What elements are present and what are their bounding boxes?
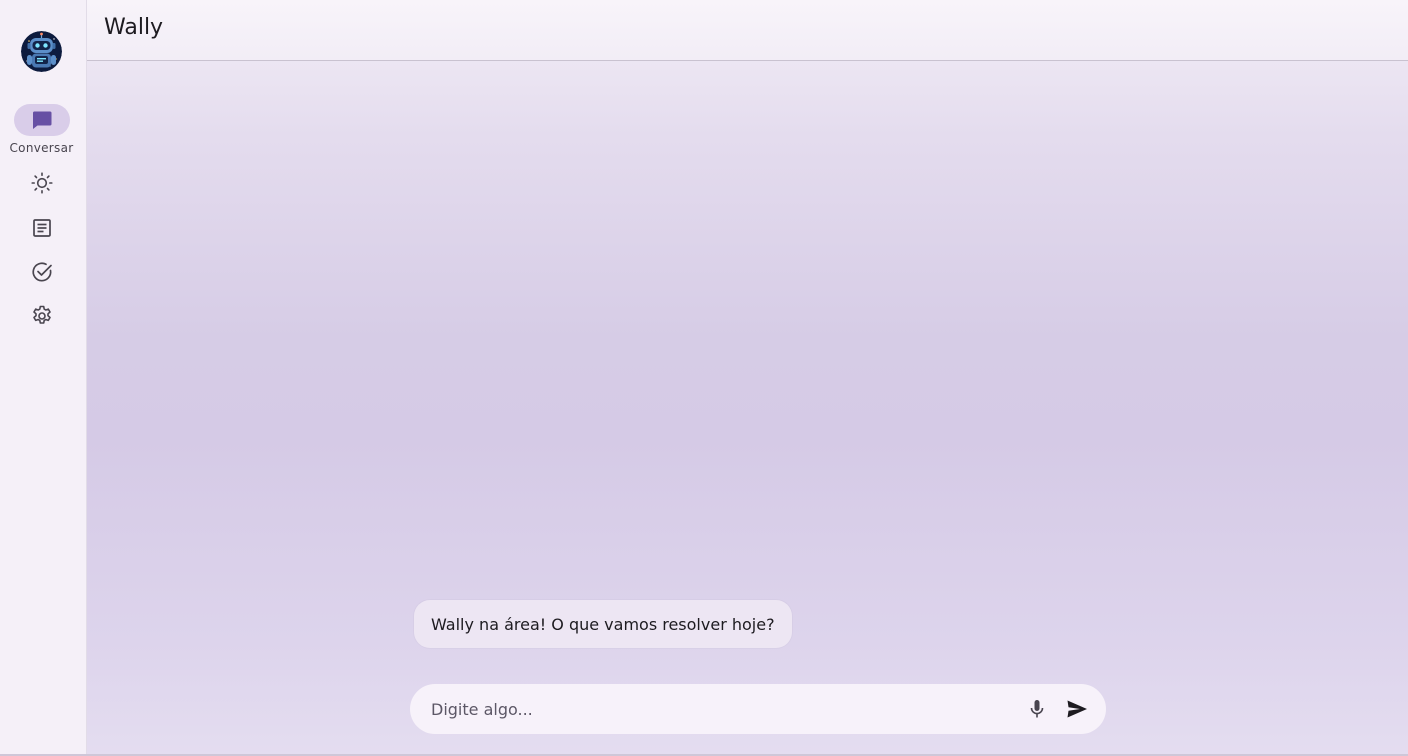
microphone-icon xyxy=(1030,700,1044,718)
sun-icon xyxy=(30,172,53,194)
rail-item-chat-indicator xyxy=(13,104,70,136)
chat-area: Wally Wally na área! O que vamos resolve… xyxy=(87,0,1408,756)
rail-item-tasks[interactable] xyxy=(0,256,83,288)
top-app-bar: Wally xyxy=(87,0,1408,61)
rail-item-settings[interactable] xyxy=(0,300,83,332)
message-composer xyxy=(410,684,1106,734)
check-circle-icon xyxy=(31,262,52,282)
send-icon xyxy=(1067,700,1087,718)
rail-item-theme[interactable] xyxy=(0,167,83,199)
send-button[interactable] xyxy=(1057,689,1097,729)
assistant-message-bubble: Wally na área! O que vamos resolver hoje… xyxy=(414,600,792,648)
microphone-button[interactable] xyxy=(1017,689,1057,729)
document-list-icon xyxy=(32,219,51,237)
robot-avatar[interactable] xyxy=(21,31,62,72)
page-title: Wally xyxy=(104,15,164,40)
chat-bubble-icon xyxy=(32,111,51,129)
message-input[interactable] xyxy=(431,699,1017,719)
app-window: Conversar Wally Wally na área! O que vam… xyxy=(0,0,1408,756)
navigation-rail: Conversar xyxy=(0,0,87,754)
rail-item-chat[interactable]: Conversar xyxy=(0,104,83,155)
rail-item-chat-label: Conversar xyxy=(9,141,74,155)
message-text: Wally na área! O que vamos resolver hoje… xyxy=(431,614,775,634)
rail-item-notes[interactable] xyxy=(0,212,83,244)
gear-icon xyxy=(32,305,51,324)
